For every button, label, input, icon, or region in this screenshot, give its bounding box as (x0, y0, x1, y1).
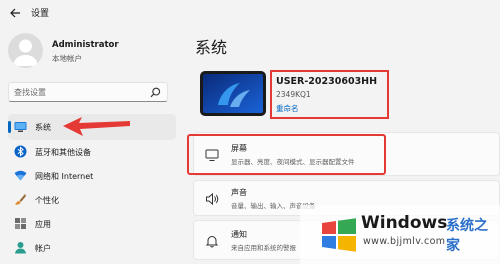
sidebar-item-apps[interactable]: 应用 (8, 211, 176, 237)
card-subtitle: 来自应用和系统的警报 (231, 244, 296, 252)
search-input[interactable] (14, 85, 144, 99)
avatar[interactable] (8, 33, 43, 68)
windows-logo-icon (322, 218, 356, 252)
sidebar-item-label: 网络和 Internet (35, 172, 94, 181)
search-box[interactable] (8, 82, 168, 102)
speaker-icon (206, 192, 219, 206)
account-name: Administrator (52, 40, 119, 50)
bluetooth-icon (14, 145, 27, 158)
back-arrow-icon[interactable] (8, 6, 22, 20)
search-icon[interactable] (150, 87, 161, 98)
bell-icon (205, 236, 219, 248)
account-type: 本地帐户 (52, 54, 82, 63)
annotation-highlight-display (187, 134, 386, 175)
sidebar-item-label: 个性化 (35, 196, 59, 205)
sidebar-item-personalization[interactable]: 个性化 (8, 187, 176, 213)
person-icon (15, 242, 26, 254)
active-indicator (8, 121, 11, 133)
window-title: 设置 (31, 9, 50, 19)
sidebar-item-label: 应用 (35, 220, 51, 229)
apps-icon (15, 218, 26, 229)
card-title: 声音 (231, 188, 247, 197)
wifi-icon (14, 170, 27, 181)
sidebar-item-accounts[interactable]: 帐户 (8, 235, 176, 261)
page-title: 系统 (195, 38, 228, 57)
monitor-icon (14, 122, 27, 132)
annotation-arrow (63, 117, 130, 136)
sidebar-item-network[interactable]: 网络和 Internet (8, 163, 176, 189)
card-title: 通知 (231, 230, 247, 239)
sidebar-item-label: 系统 (35, 123, 51, 132)
sidebar-item-label: 蓝牙和其他设备 (35, 148, 91, 157)
watermark: Windows 系统之家 www.bjjmlv.com (300, 205, 500, 264)
watermark-brand: Windows (361, 213, 448, 233)
device-thumbnail (200, 71, 266, 116)
paintbrush-icon (15, 194, 26, 205)
sidebar-item-label: 帐户 (35, 244, 51, 253)
watermark-url: www.bjjmlv.com (363, 236, 446, 247)
watermark-brand-cn: 系统之家 (446, 218, 488, 254)
sidebar-item-bluetooth[interactable]: 蓝牙和其他设备 (8, 139, 176, 165)
annotation-highlight-rename (270, 70, 389, 119)
